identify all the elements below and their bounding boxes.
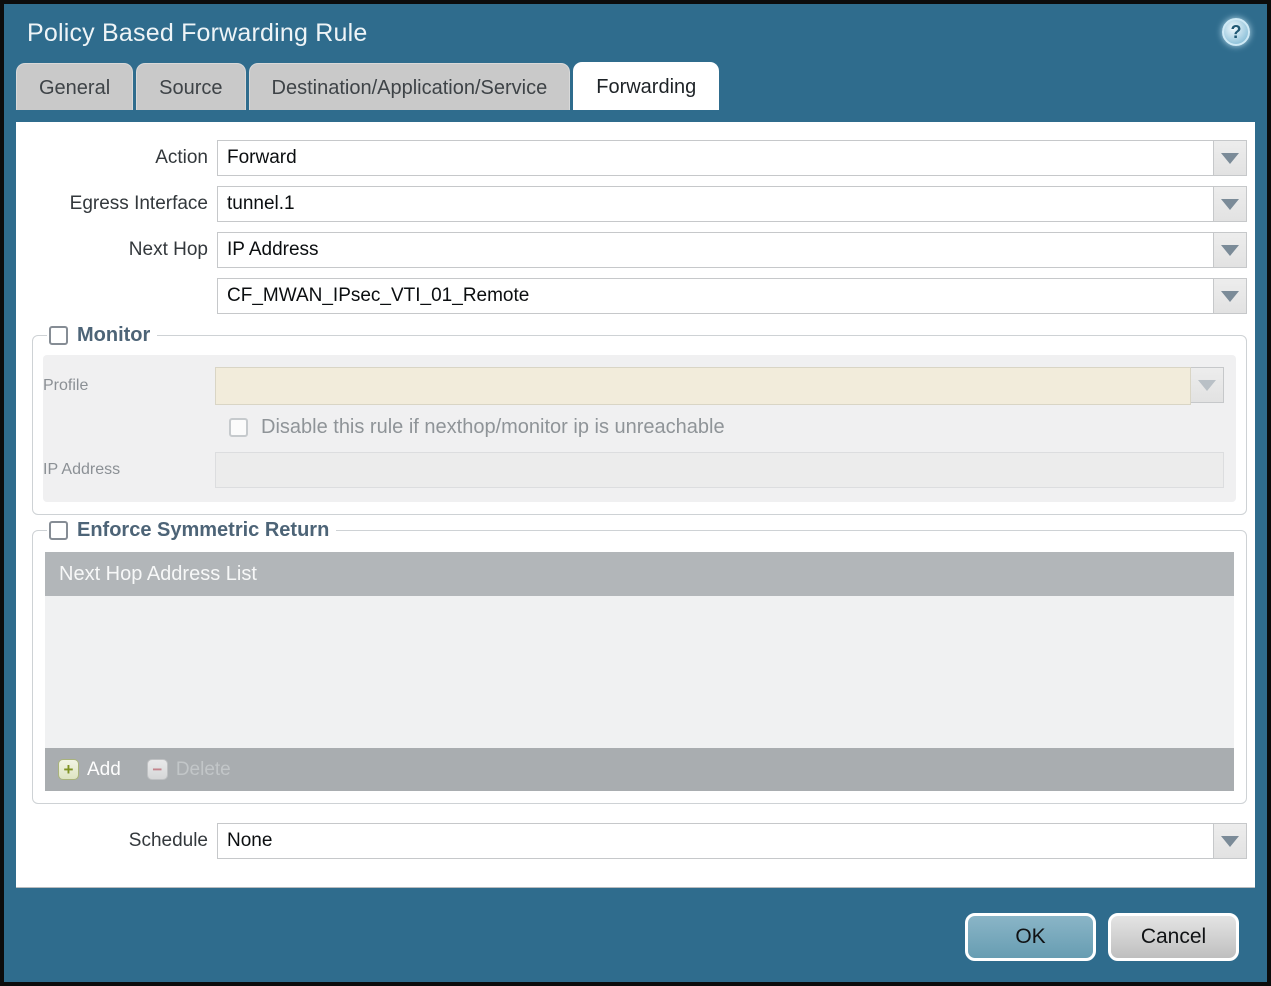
monitor-checkbox[interactable] [49,326,68,345]
next-hop-row: Next Hop IP Address [16,232,1247,268]
add-button[interactable]: + Add [58,759,121,781]
chevron-down-icon [1221,244,1239,256]
next-hop-address-select[interactable]: CF_MWAN_IPsec_VTI_01_Remote [217,278,1247,314]
forwarding-tab-panel: Action Forward Egress Interface tunnel.1… [16,122,1255,888]
delete-minus-icon: − [146,759,168,780]
tab-destination-application-service[interactable]: Destination/Application/Service [248,63,571,110]
monitor-section: Monitor Profile Disable this rule if nex… [32,324,1247,515]
monitor-ip-address-field [215,452,1224,488]
disable-rule-row: Disable this rule if nexthop/monitor ip … [229,416,1224,439]
next-hop-type-dropdown-button[interactable] [1214,232,1247,268]
tab-source[interactable]: Source [136,63,246,110]
dialog-title: Policy Based Forwarding Rule [27,18,368,47]
next-hop-label: Next Hop [128,239,208,260]
dialog-titlebar: Policy Based Forwarding Rule [4,4,1267,62]
disable-rule-checkbox [229,418,248,437]
schedule-row: Schedule None [16,823,1247,859]
next-hop-address-list-table: Next Hop Address List + Add − Delete [45,552,1234,791]
egress-interface-value[interactable]: tunnel.1 [217,186,1214,222]
help-icon[interactable]: ? [1222,18,1250,46]
profile-row: Profile [43,367,1224,405]
monitor-ip-address-input [215,452,1224,488]
next-hop-address-list-header: Next Hop Address List [45,552,1234,596]
enforce-symmetric-return-label: Enforce Symmetric Return [77,519,330,541]
monitor-ip-address-label: IP Address [43,461,121,478]
profile-label: Profile [43,377,89,394]
monitor-legend-label: Monitor [77,324,151,346]
chevron-down-icon [1221,290,1239,302]
disable-rule-label: Disable this rule if nexthop/monitor ip … [261,416,725,438]
ok-button[interactable]: OK [965,913,1096,961]
tab-bar: General Source Destination/Application/S… [4,62,1267,110]
enforce-symmetric-return-legend: Enforce Symmetric Return [47,519,336,542]
delete-button-label: Delete [175,758,231,780]
action-select[interactable]: Forward [217,140,1247,176]
profile-dropdown-button [1191,367,1224,403]
next-hop-type-select[interactable]: IP Address [217,232,1247,268]
add-plus-icon: + [58,759,79,780]
schedule-label: Schedule [128,830,208,851]
schedule-select[interactable]: None [217,823,1247,859]
next-hop-address-list-body[interactable] [45,596,1234,748]
monitor-legend: Monitor [47,324,157,347]
next-hop-type-value[interactable]: IP Address [217,232,1214,268]
egress-interface-row: Egress Interface tunnel.1 [16,186,1247,222]
chevron-down-icon [1198,379,1216,391]
enforce-symmetric-return-section: Enforce Symmetric Return Next Hop Addres… [32,519,1247,804]
next-hop-address-dropdown-button[interactable] [1214,278,1247,314]
tab-forwarding[interactable]: Forwarding [573,62,720,110]
monitor-panel: Profile Disable this rule if nexthop/mon… [43,355,1236,502]
add-button-label: Add [87,758,121,780]
action-dropdown-button[interactable] [1214,140,1247,176]
monitor-ip-address-row: IP Address [43,452,1224,488]
policy-based-forwarding-rule-dialog: Policy Based Forwarding Rule ? General S… [0,0,1271,986]
schedule-value[interactable]: None [217,823,1214,859]
action-label: Action [155,147,208,168]
profile-value [215,367,1191,405]
chevron-down-icon [1221,198,1239,210]
egress-interface-select[interactable]: tunnel.1 [217,186,1247,222]
next-hop-address-value[interactable]: CF_MWAN_IPsec_VTI_01_Remote [217,278,1214,314]
chevron-down-icon [1221,835,1239,847]
egress-interface-label: Egress Interface [69,193,208,214]
egress-interface-dropdown-button[interactable] [1214,186,1247,222]
enforce-symmetric-return-checkbox[interactable] [49,521,68,540]
next-hop-address-row: CF_MWAN_IPsec_VTI_01_Remote [16,278,1247,314]
chevron-down-icon [1221,152,1239,164]
next-hop-address-list-toolbar: + Add − Delete [45,748,1234,791]
delete-button: − Delete [146,758,231,781]
action-row: Action Forward [16,140,1247,176]
tab-general[interactable]: General [16,63,134,110]
profile-select [215,367,1224,405]
schedule-dropdown-button[interactable] [1214,823,1247,859]
cancel-button[interactable]: Cancel [1108,913,1239,961]
action-value[interactable]: Forward [217,140,1214,176]
